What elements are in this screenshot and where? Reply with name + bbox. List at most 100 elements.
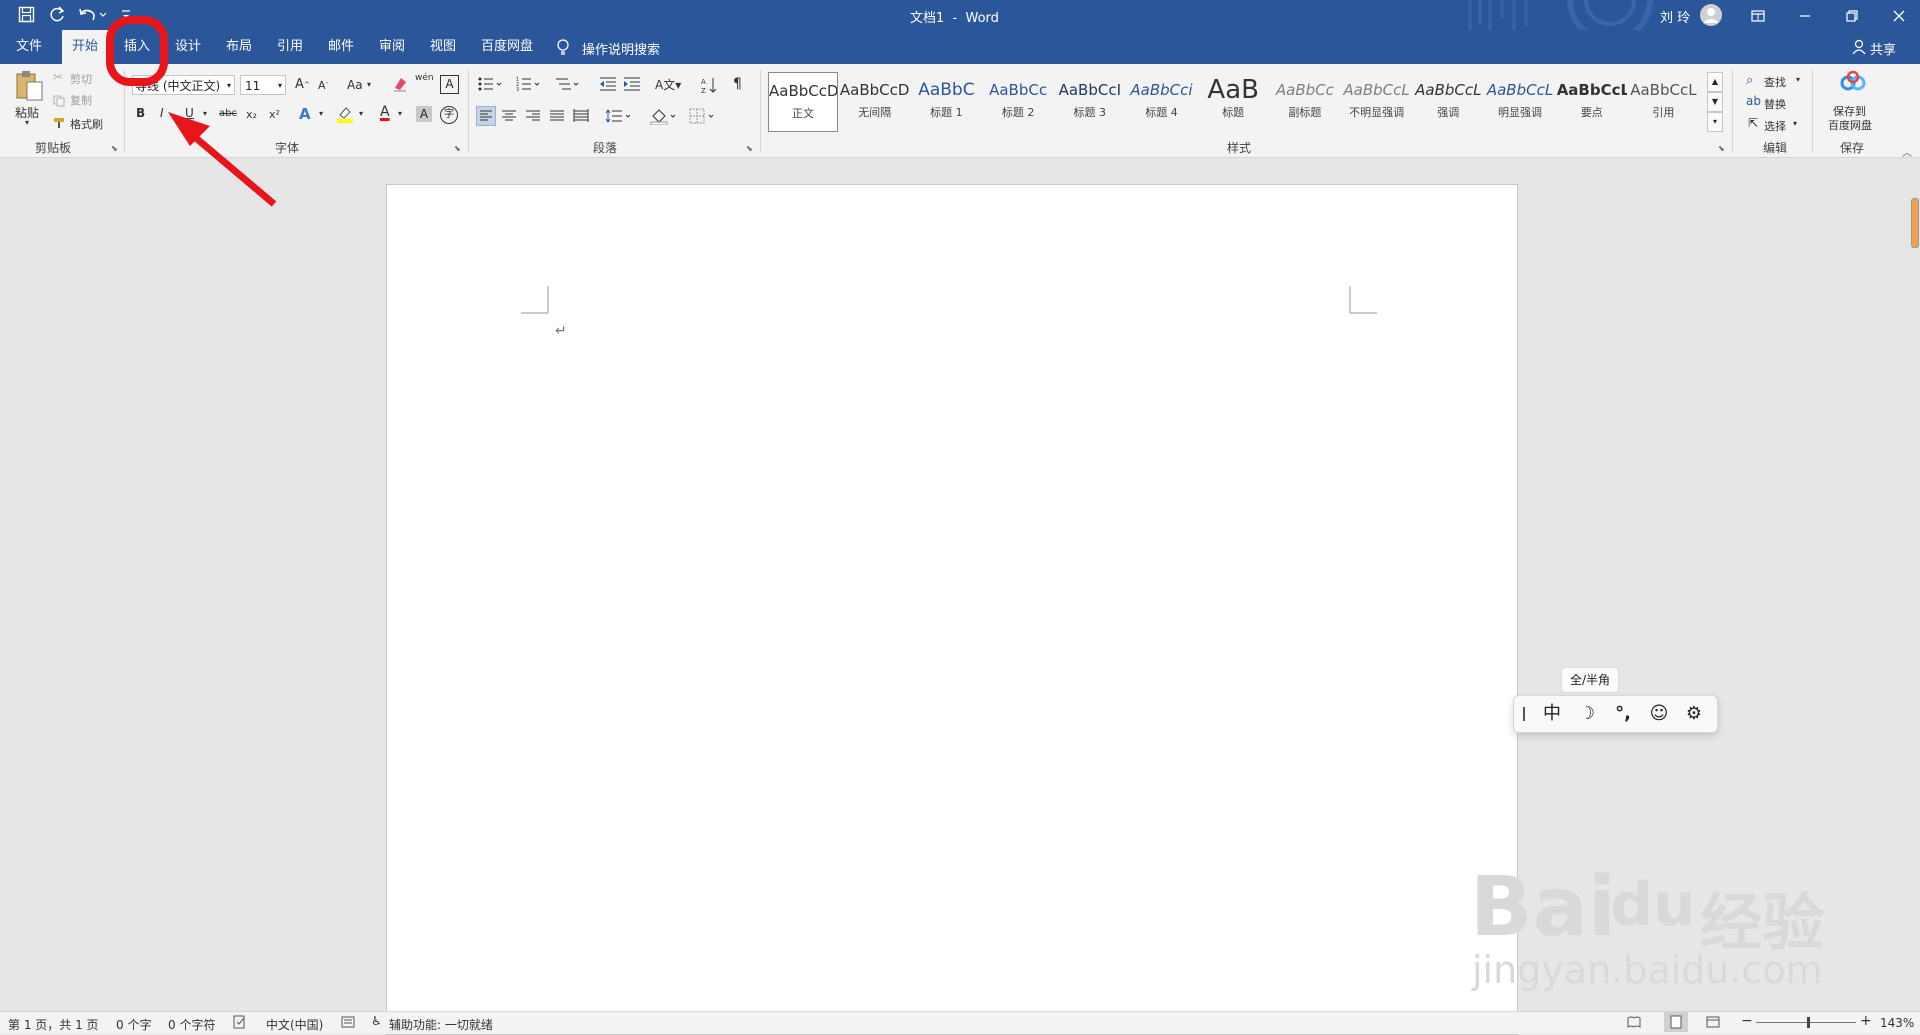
clear-formatting-icon[interactable] bbox=[392, 76, 408, 92]
copy-icon[interactable] bbox=[53, 92, 65, 107]
dialog-launcher-icon[interactable]: ⬊ bbox=[746, 144, 753, 153]
tab-mailings[interactable]: 邮件 bbox=[322, 30, 360, 64]
zoom-level[interactable]: 143% bbox=[1880, 1016, 1914, 1030]
zoom-out-button[interactable]: − bbox=[1741, 1013, 1753, 1029]
scrollbar-thumb[interactable] bbox=[1911, 198, 1919, 248]
tab-file[interactable]: 文件 bbox=[10, 30, 48, 64]
increase-indent-icon[interactable] bbox=[623, 76, 641, 92]
minimize-icon[interactable] bbox=[1798, 8, 1812, 22]
highlight-dropdown-icon[interactable]: ▾ bbox=[359, 109, 363, 118]
font-color-button[interactable]: A bbox=[380, 104, 390, 120]
select-button[interactable]: 选择 bbox=[1764, 118, 1786, 134]
print-layout-icon[interactable] bbox=[1664, 1012, 1688, 1032]
cut-button[interactable]: 剪切 bbox=[70, 71, 92, 87]
tab-references[interactable]: 引用 bbox=[271, 30, 309, 64]
dialog-launcher-icon[interactable]: ⬊ bbox=[1718, 144, 1725, 153]
bullets-icon[interactable] bbox=[478, 76, 504, 92]
restore-icon[interactable] bbox=[1845, 8, 1859, 22]
tell-me-search[interactable]: 操作说明搜索 bbox=[582, 39, 660, 58]
half-full-width-icon[interactable]: ☽ bbox=[1574, 702, 1600, 726]
save-icon[interactable] bbox=[18, 6, 35, 23]
gallery-scroll-up-icon[interactable]: ▲ bbox=[1707, 72, 1723, 92]
chinese-layout-button[interactable]: A文▾ bbox=[655, 76, 681, 93]
word-count[interactable]: 0 个字 bbox=[116, 1016, 151, 1033]
web-layout-icon[interactable] bbox=[1706, 1015, 1720, 1029]
bold-button[interactable]: B bbox=[136, 106, 145, 120]
copy-button[interactable]: 复制 bbox=[70, 92, 92, 108]
grow-font-button[interactable]: A ^ bbox=[295, 77, 310, 92]
font-color-dropdown-icon[interactable]: ▾ bbox=[398, 109, 402, 118]
accessibility-icon[interactable]: ♿ bbox=[371, 1014, 382, 1028]
ime-drag-handle[interactable] bbox=[1523, 707, 1525, 721]
close-icon[interactable] bbox=[1892, 8, 1906, 22]
align-left-icon[interactable] bbox=[476, 106, 496, 126]
paste-icon[interactable] bbox=[14, 70, 44, 102]
style-heading-3[interactable]: AaBbCcI 标题 3 bbox=[1055, 72, 1125, 132]
gear-icon[interactable]: ⚙ bbox=[1681, 702, 1707, 726]
dialog-launcher-icon[interactable]: ⬊ bbox=[454, 144, 461, 153]
replace-button[interactable]: 替换 bbox=[1764, 96, 1786, 112]
format-painter-button[interactable]: 格式刷 bbox=[70, 116, 103, 132]
style-intense-emphasis[interactable]: AaBbCcL 明显强调 bbox=[1485, 72, 1555, 132]
emoji-icon[interactable]: ☺ bbox=[1646, 702, 1672, 726]
style-no-spacing[interactable]: AaBbCcD 无间隔 bbox=[840, 72, 910, 132]
tab-review[interactable]: 审阅 bbox=[373, 30, 411, 64]
ribbon-display-icon[interactable] bbox=[1751, 8, 1765, 22]
share-icon[interactable] bbox=[1852, 39, 1866, 55]
strikethrough-button[interactable]: abc bbox=[219, 108, 237, 119]
align-right-icon[interactable] bbox=[524, 107, 542, 125]
paste-dropdown-icon[interactable]: ▾ bbox=[25, 118, 29, 127]
tab-layout[interactable]: 布局 bbox=[220, 30, 258, 64]
share-button[interactable]: 共享 bbox=[1870, 39, 1896, 58]
italic-button[interactable]: I bbox=[160, 106, 164, 120]
macro-icon[interactable] bbox=[341, 1015, 355, 1029]
superscript-button[interactable]: x² bbox=[269, 108, 280, 121]
style-strong[interactable]: AaBbCcL 要点 bbox=[1557, 72, 1627, 132]
change-case-button[interactable]: Aa bbox=[347, 78, 363, 92]
gallery-scroll-down-icon[interactable]: ▼ bbox=[1707, 92, 1723, 112]
style-heading-4[interactable]: AaBbCci 标题 4 bbox=[1127, 72, 1197, 132]
baidu-netdisk-icon[interactable] bbox=[1838, 70, 1868, 96]
show-marks-button[interactable]: ¶ bbox=[733, 76, 742, 92]
style-subtitle[interactable]: AaBbCc 副标题 bbox=[1270, 72, 1340, 132]
decrease-indent-icon[interactable] bbox=[599, 76, 617, 92]
format-painter-icon[interactable] bbox=[53, 114, 67, 128]
text-effects-button[interactable]: A bbox=[299, 105, 311, 123]
align-center-icon[interactable] bbox=[500, 107, 518, 125]
gallery-more-icon[interactable]: ▾ bbox=[1707, 112, 1723, 132]
style-heading-1[interactable]: AaBbC 标题 1 bbox=[911, 72, 981, 132]
style-title[interactable]: AaB 标题 bbox=[1198, 72, 1268, 132]
tab-design[interactable]: 设计 bbox=[169, 30, 207, 64]
language-indicator[interactable]: 中文(中国) bbox=[266, 1016, 323, 1033]
ime-punctuation-button[interactable]: °, bbox=[1610, 702, 1636, 726]
save-to-baidu-line2[interactable]: 百度网盘 bbox=[1828, 117, 1872, 133]
subscript-button[interactable]: x₂ bbox=[246, 108, 257, 121]
undo-icon[interactable] bbox=[78, 6, 108, 23]
multilevel-list-icon[interactable] bbox=[555, 76, 581, 92]
document-page[interactable]: ↵ bbox=[386, 184, 1518, 1035]
underline-dropdown-icon[interactable]: ▾ bbox=[203, 109, 207, 118]
replace-icon[interactable]: ab bbox=[1746, 94, 1761, 108]
zoom-slider[interactable] bbox=[1756, 1017, 1856, 1028]
select-dropdown-icon[interactable]: ▾ bbox=[1793, 119, 1797, 128]
avatar-icon[interactable] bbox=[1699, 3, 1723, 27]
distributed-icon[interactable] bbox=[572, 107, 590, 125]
page-count[interactable]: 第 1 页，共 1 页 bbox=[8, 1016, 99, 1033]
cut-icon[interactable]: ✂ bbox=[53, 70, 63, 84]
highlight-icon[interactable] bbox=[336, 105, 354, 123]
style-quote[interactable]: AaBbCcL 引用 bbox=[1628, 72, 1698, 132]
zoom-slider-thumb[interactable] bbox=[1807, 1017, 1810, 1028]
redo-icon[interactable] bbox=[49, 6, 66, 23]
tab-insert[interactable]: 插入 bbox=[118, 30, 156, 64]
select-icon[interactable]: ⇱ bbox=[1748, 116, 1758, 130]
vertical-scrollbar[interactable] bbox=[1908, 158, 1920, 1011]
borders-icon[interactable] bbox=[688, 107, 716, 125]
text-effects-dropdown-icon[interactable]: ▾ bbox=[319, 109, 323, 118]
tab-home[interactable]: 开始 bbox=[62, 30, 109, 64]
char-border-icon[interactable]: A bbox=[440, 75, 459, 94]
proofing-icon[interactable] bbox=[233, 1015, 247, 1029]
find-dropdown-icon[interactable]: ▾ bbox=[1796, 75, 1800, 84]
tab-view[interactable]: 视图 bbox=[424, 30, 462, 64]
shrink-font-button[interactable]: Aˇ bbox=[318, 79, 329, 92]
style-normal[interactable]: AaBbCcD 正文 bbox=[768, 72, 838, 132]
